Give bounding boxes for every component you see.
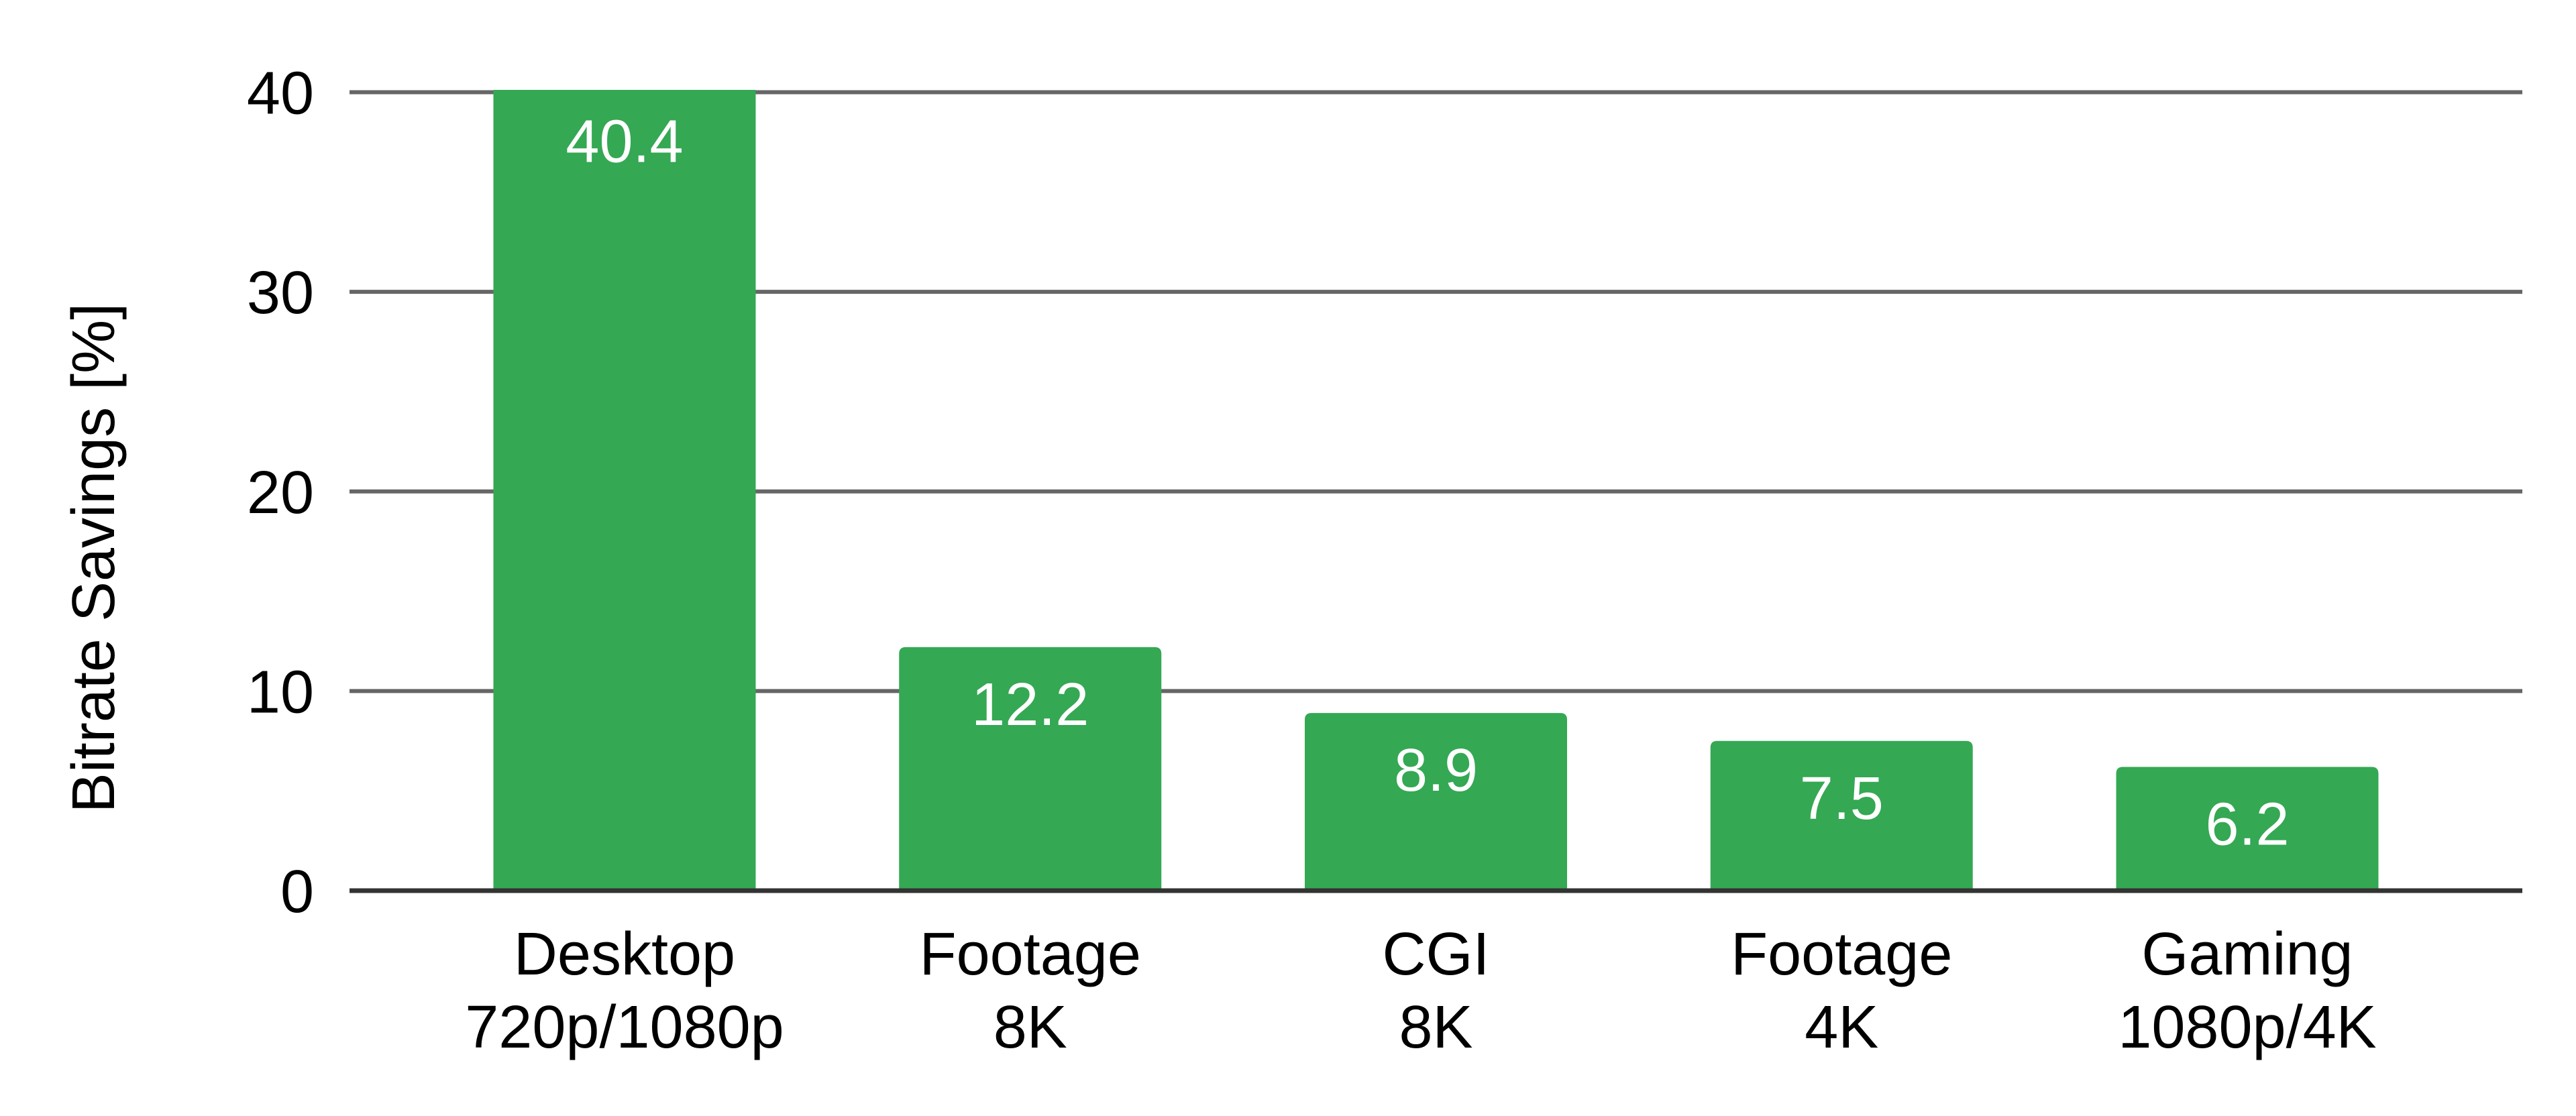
y-tick-label: 40: [247, 60, 314, 127]
x-tick-label: 720p/1080p: [465, 994, 784, 1061]
x-tick-label: 8K: [994, 994, 1067, 1061]
x-tick-label: CGI: [1382, 921, 1489, 988]
x-tick-label: 8K: [1399, 994, 1472, 1061]
bar: [493, 90, 756, 891]
x-tick-label: Desktop: [514, 921, 735, 988]
bar-chart: 0 10 20 30 40 40.4 12.2 8.9 7.5 6.2 Desktop720p/…: [60, 60, 2522, 1061]
x-tick-label: 4K: [1805, 994, 1878, 1061]
data-label: 6.2: [2205, 791, 2289, 858]
x-tick-label: 1080p/4K: [2118, 994, 2376, 1061]
y-tick-label: 0: [280, 858, 314, 926]
y-axis-ticks: 0 10 20 30 40: [247, 60, 314, 926]
x-tick-label: Footage: [1731, 921, 1952, 988]
y-tick-label: 20: [247, 459, 314, 526]
data-label: 40.4: [566, 109, 683, 176]
y-tick-label: 10: [247, 659, 314, 726]
x-axis-labels: Desktop720p/1080pFootage8KCGI8KFootage4K…: [465, 921, 2376, 1061]
data-label: 8.9: [1394, 737, 1478, 804]
data-label: 12.2: [971, 671, 1089, 738]
y-axis-title: Bitrate Savings [%]: [60, 303, 127, 813]
y-tick-label: 30: [247, 260, 314, 327]
x-tick-label: Footage: [920, 921, 1141, 988]
data-label: 7.5: [1800, 765, 1884, 832]
x-tick-label: Gaming: [2141, 921, 2353, 988]
